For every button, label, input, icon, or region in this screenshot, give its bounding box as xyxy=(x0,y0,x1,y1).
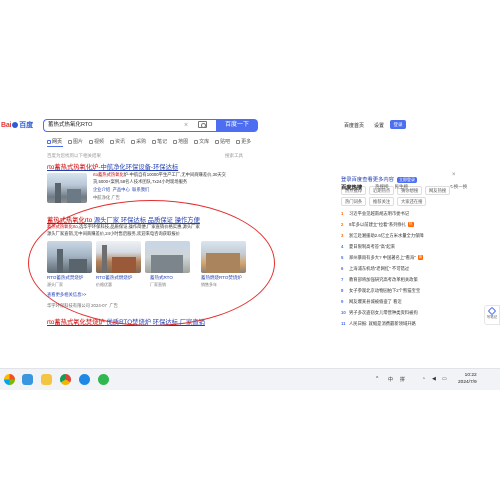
screen: { "header": { "logo_text_bai": "Bai", "l… xyxy=(0,0,500,500)
tab-purchase[interactable]: 采购 xyxy=(131,138,146,145)
hot-item[interactable]: 1 习近平会见越南胡志明市委书记 xyxy=(341,208,461,219)
browser-window: Bai 百度 蓄热式热氧化RTO × 百度一下 百度首页 设置 登录 网页 图片 视… xyxy=(0,110,500,344)
hot-item[interactable]: 2 9年多以前建立"拉着"系列挣扎热 xyxy=(341,219,461,230)
red-annotation-ellipse xyxy=(28,200,275,326)
hot-item[interactable]: 4 夏日限制高考答"高"起来 xyxy=(341,241,461,252)
hot-item[interactable]: 5 郑州暴雨有多大? 中国著名上"看海" 新 xyxy=(341,252,461,263)
result-1-source: 中航净化 广告 xyxy=(93,195,120,200)
hot-tab-1[interactable]: 热搜榜 xyxy=(375,184,389,189)
hot-item[interactable]: 7 教育部将加强研究高考改革相关政策 xyxy=(341,274,461,285)
chip-5[interactable]: 热门词条 xyxy=(341,197,367,206)
notes-icon xyxy=(152,139,157,144)
close-icon[interactable]: × xyxy=(452,172,456,178)
tab-web[interactable]: 网页 xyxy=(47,138,62,145)
hot-item[interactable]: 11 人民日报: 就缩是消费最新领域开路 xyxy=(341,318,461,329)
sitelink-2[interactable]: 产品中心 xyxy=(113,187,130,192)
top-links: 百度首页 设置 xyxy=(344,122,394,129)
hot-item[interactable]: 9 网友爆某县城被偷盗了 看近 xyxy=(341,296,461,307)
tab-wenku[interactable]: 文库 xyxy=(194,138,209,145)
chrome-icon[interactable] xyxy=(60,374,71,385)
taskbar: ^ 中 拼 ◔ ◀ ▭ 10:22 2024/7/9 xyxy=(0,368,500,390)
wechat-icon[interactable] xyxy=(98,374,109,385)
tower-shape xyxy=(67,189,81,203)
search-input[interactable]: 蓄热式热氧化RTO xyxy=(43,119,216,132)
browser-icon[interactable] xyxy=(79,374,90,385)
pen-icon xyxy=(487,306,497,316)
battery-icon[interactable]: ▭ xyxy=(442,376,447,382)
tray-overflow-icon[interactable]: ^ xyxy=(376,376,378,382)
result-count-note: 百度为您找到以下相关结果 xyxy=(47,153,101,158)
web-icon xyxy=(47,139,51,144)
baidu-logo[interactable]: Bai 百度 xyxy=(1,120,33,130)
wifi-icon[interactable]: ◔ xyxy=(422,376,425,382)
tab-notes[interactable]: 笔记 xyxy=(152,138,167,145)
chip-7[interactable]: 大家还在搜 xyxy=(397,197,427,206)
home-link[interactable]: 百度首页 xyxy=(344,123,364,129)
forum-icon xyxy=(215,139,220,144)
chip-4[interactable]: 网友热搜 xyxy=(425,186,451,195)
hot-item[interactable]: 10 男子多次盗窃女儿零营种类资料被拘 xyxy=(341,307,461,318)
search-button[interactable]: 百度一下 xyxy=(216,119,258,132)
volume-icon[interactable]: ◀ xyxy=(432,376,436,382)
map-icon xyxy=(173,139,178,144)
settings-link[interactable]: 设置 xyxy=(374,123,384,129)
hot-tab-2[interactable]: 民生榜 xyxy=(395,184,409,189)
right-panel-title[interactable]: 登录百度查看更多内容 立即登录 xyxy=(341,175,417,183)
hot-search-list: 1 习近平会见越南胡志明市委书记 2 9年多以前建立"拉着"系列挣扎热 3 浙江赴湘援… xyxy=(341,208,461,329)
tab-images[interactable]: 图片 xyxy=(68,138,83,145)
search-tabs: 网页 图片 视频 资讯 采购 笔记 地图 文库 贴吧 更多 xyxy=(47,138,251,145)
write-note-button[interactable]: 写笔记 xyxy=(484,305,500,325)
paw-icon xyxy=(12,122,19,128)
result-1-desc-line1: rto蓄热式热氧化炉-中航自有10000平生产工厂,无中间商赚差价,30天交 xyxy=(93,172,226,177)
purchase-icon xyxy=(131,139,136,144)
result-1-image[interactable] xyxy=(47,173,87,203)
login-pill[interactable]: 立即登录 xyxy=(396,177,417,183)
edge-icon[interactable] xyxy=(22,374,33,385)
clock-time: 10:22 xyxy=(464,373,477,378)
tab-tieba[interactable]: 贴吧 xyxy=(215,138,230,145)
logo-text-bai: Bai xyxy=(1,122,12,129)
copilot-icon[interactable] xyxy=(4,374,15,385)
hot-item[interactable]: 6 上海浦东机场"老网红" 不可错过 xyxy=(341,263,461,274)
camera-icon[interactable] xyxy=(198,121,207,128)
chip-6[interactable]: 推荐关注 xyxy=(369,197,395,206)
result-1-desc-line2: 货,5000+案例,58名人技术团队,7x24小时现场服务 xyxy=(93,179,188,184)
news-icon xyxy=(110,139,115,144)
login-button[interactable]: 登录 xyxy=(390,120,406,129)
image-icon xyxy=(68,139,73,144)
refresh-link[interactable]: ↻换一换 xyxy=(450,184,467,190)
clear-icon[interactable]: × xyxy=(184,120,188,131)
tab-video[interactable]: 视频 xyxy=(89,138,104,145)
clock[interactable]: 10:22 2024/7/9 xyxy=(458,372,477,386)
hot-search-title: 百度热搜 xyxy=(341,185,363,191)
active-tab-underline xyxy=(47,146,63,148)
doc-icon xyxy=(194,139,199,144)
hot-item[interactable]: 8 女子参观北京动物园拍下2个熊猫宝宝 xyxy=(341,285,461,296)
tab-map[interactable]: 地图 xyxy=(173,138,188,145)
search-tools-link[interactable]: 搜索工具 xyxy=(225,153,243,159)
clock-date: 2024/7/9 xyxy=(458,380,477,385)
tower-shape xyxy=(55,183,61,203)
pinyin-icon[interactable]: 拼 xyxy=(400,376,405,383)
tab-more[interactable]: 更多 xyxy=(236,138,251,145)
sitelink-1[interactable]: 企业介绍 xyxy=(93,187,110,192)
result-1-title[interactable]: rto蓄热式热氧化炉-中航净化环保设备-环保达标 xyxy=(47,162,178,171)
tab-news[interactable]: 资讯 xyxy=(110,138,125,145)
logo-text-du: 百度 xyxy=(19,122,33,129)
hot-item[interactable]: 3 浙江赴湘援助2.6亿立方米水量全力保障 xyxy=(341,230,461,241)
file-explorer-icon[interactable] xyxy=(41,374,52,385)
input-method-icon[interactable]: 中 xyxy=(388,376,393,383)
more-icon xyxy=(236,139,241,144)
video-icon xyxy=(89,139,94,144)
result-1-sitelinks: 企业介绍 产品中心 联系我们 xyxy=(93,187,149,193)
sitelink-3[interactable]: 联系我们 xyxy=(132,187,149,192)
hot-search-tabs: 热搜榜 民生榜 xyxy=(375,184,414,190)
